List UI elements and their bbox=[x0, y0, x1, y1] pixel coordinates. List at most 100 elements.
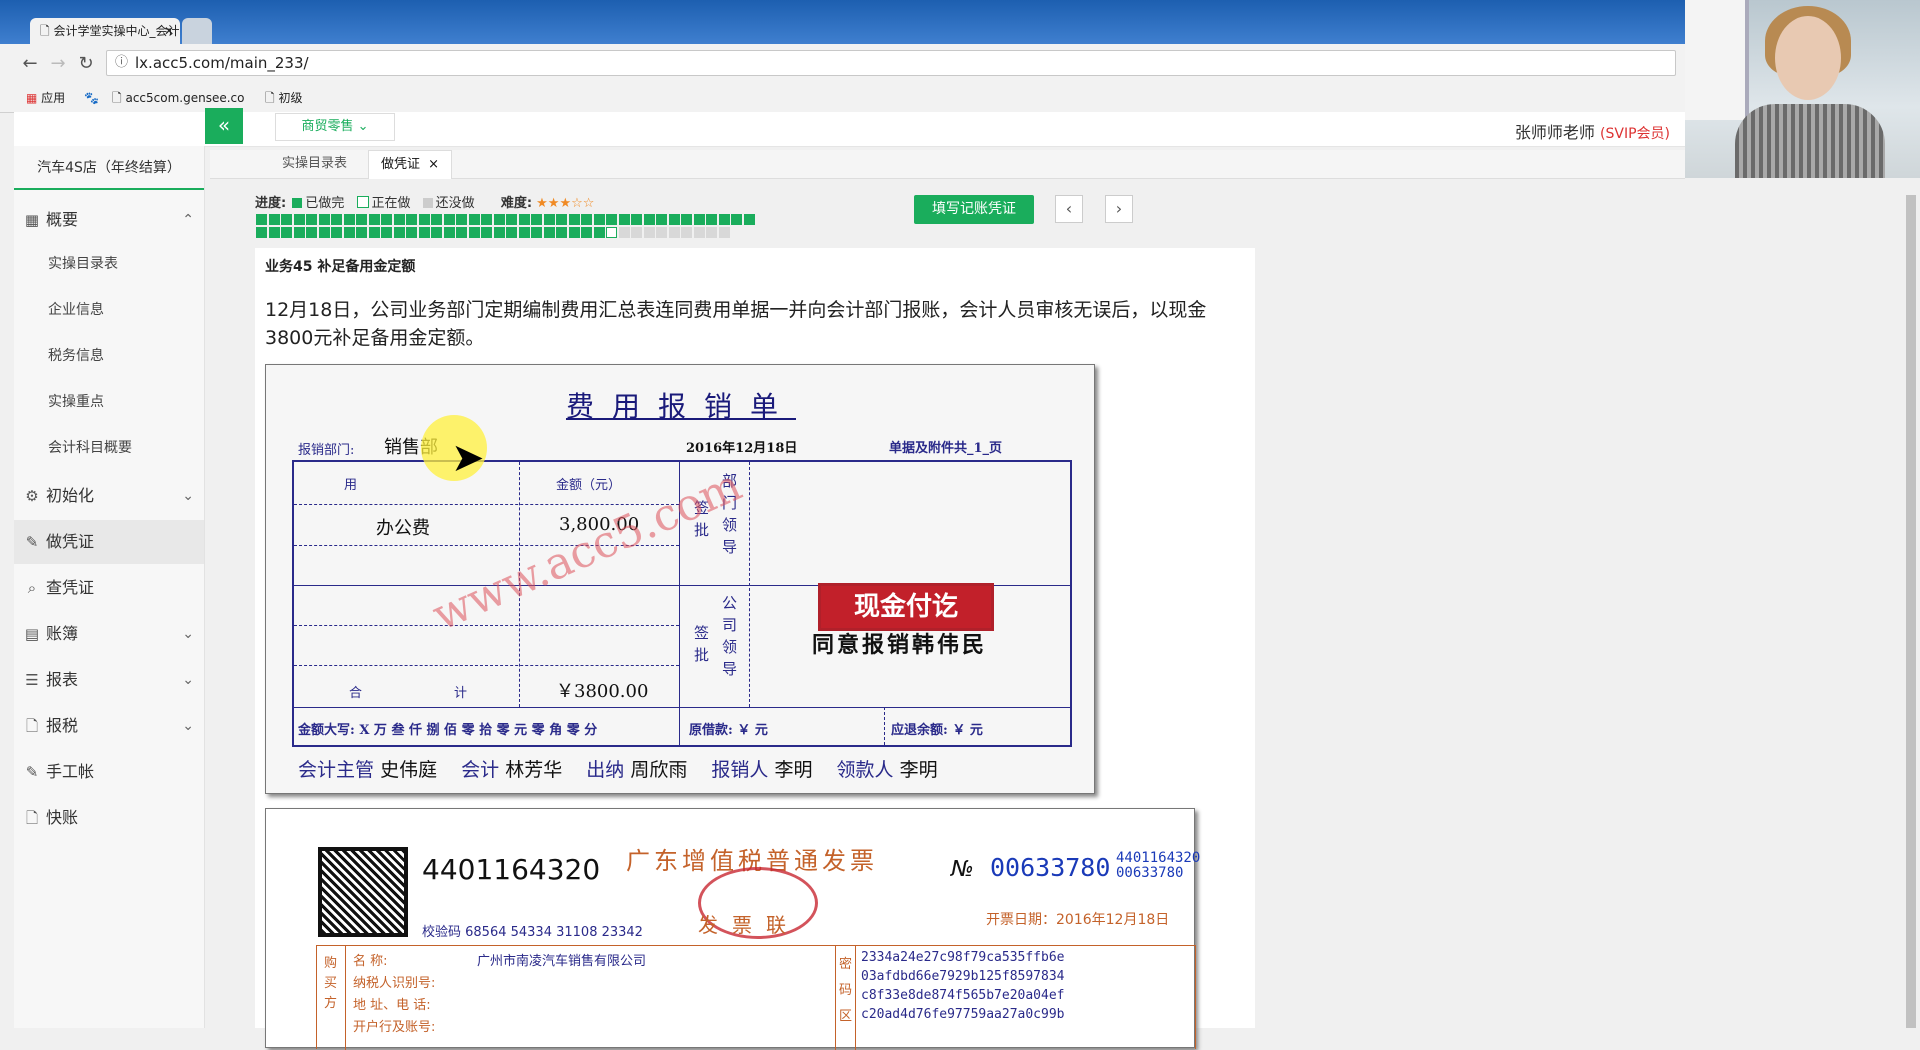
sidebar-item-ledger[interactable]: ▤ 账簿 ⌄ bbox=[14, 612, 204, 656]
progress-cell[interactable] bbox=[706, 214, 717, 225]
bookmark-apps[interactable]: ▦ 应用 bbox=[26, 90, 65, 106]
progress-cell[interactable] bbox=[593, 227, 605, 238]
sidebar-item-init[interactable]: ⚙ 初始化 ⌄ bbox=[14, 474, 204, 518]
progress-cell[interactable] bbox=[418, 227, 430, 238]
progress-cell[interactable] bbox=[431, 214, 442, 225]
sidebar-sub-accounts[interactable]: 会计科目概要 bbox=[14, 426, 204, 470]
progress-cell[interactable] bbox=[518, 227, 530, 238]
new-tab-button[interactable] bbox=[182, 18, 212, 44]
user-info[interactable]: 张师师老师 (SVIP会员) bbox=[1515, 119, 1670, 143]
progress-cell[interactable] bbox=[631, 227, 642, 238]
progress-cell[interactable] bbox=[718, 214, 730, 225]
progress-cell[interactable] bbox=[543, 227, 555, 238]
progress-cell[interactable] bbox=[681, 214, 692, 225]
progress-cell[interactable] bbox=[431, 227, 442, 238]
progress-cell[interactable] bbox=[618, 214, 630, 225]
reload-icon[interactable]: ↻ bbox=[76, 54, 96, 74]
progress-cell[interactable] bbox=[693, 227, 705, 238]
progress-cell[interactable] bbox=[656, 227, 667, 238]
progress-cell[interactable] bbox=[356, 227, 367, 238]
progress-cell[interactable] bbox=[368, 227, 380, 238]
close-icon[interactable]: × bbox=[428, 157, 439, 172]
browser-tab-active[interactable]: 🗋 会计学堂实操中心_会计 ✕ bbox=[30, 18, 180, 44]
progress-cell[interactable] bbox=[256, 227, 267, 238]
progress-cell[interactable] bbox=[281, 214, 292, 225]
progress-cell[interactable] bbox=[643, 214, 655, 225]
fill-voucher-button[interactable]: 填写记账凭证 bbox=[914, 195, 1034, 224]
progress-cell[interactable] bbox=[568, 227, 580, 238]
progress-cell[interactable] bbox=[281, 227, 292, 238]
sidebar-sub-catalog[interactable]: 实操目录表 bbox=[14, 242, 204, 286]
progress-cell[interactable] bbox=[268, 227, 280, 238]
module-select[interactable]: 商贸零售 ⌄ bbox=[275, 113, 395, 141]
progress-cell[interactable] bbox=[456, 214, 467, 225]
sidebar-item-reports[interactable]: ☰ 报表 ⌄ bbox=[14, 658, 204, 702]
progress-cell[interactable] bbox=[318, 214, 330, 225]
sidebar-sub-keypoints[interactable]: 实操重点 bbox=[14, 380, 204, 424]
progress-cell[interactable] bbox=[643, 227, 655, 238]
progress-cell[interactable] bbox=[506, 214, 517, 225]
collapse-sidebar-button[interactable]: « bbox=[205, 108, 243, 144]
sidebar-sub-tax[interactable]: 税务信息 bbox=[14, 334, 204, 378]
progress-cell[interactable] bbox=[731, 214, 742, 225]
progress-cell[interactable] bbox=[306, 227, 317, 238]
progress-cell[interactable] bbox=[493, 214, 505, 225]
progress-cell[interactable] bbox=[631, 214, 642, 225]
progress-cell[interactable] bbox=[606, 227, 617, 238]
progress-cell[interactable] bbox=[456, 227, 467, 238]
progress-cell[interactable] bbox=[356, 214, 367, 225]
progress-cell[interactable] bbox=[493, 227, 505, 238]
sidebar-item-make-voucher[interactable]: ✎ 做凭证 bbox=[14, 520, 204, 564]
progress-cell[interactable] bbox=[668, 214, 680, 225]
back-icon[interactable]: ← bbox=[20, 54, 40, 74]
progress-cell[interactable] bbox=[606, 214, 617, 225]
progress-cell[interactable] bbox=[406, 214, 417, 225]
progress-cell[interactable] bbox=[593, 214, 605, 225]
progress-cell[interactable] bbox=[556, 227, 567, 238]
sidebar-sub-company[interactable]: 企业信息 bbox=[14, 288, 204, 332]
progress-cell[interactable] bbox=[668, 227, 680, 238]
sidebar-item-tax[interactable]: 🗋 报税 ⌄ bbox=[14, 704, 204, 748]
progress-cell[interactable] bbox=[368, 214, 380, 225]
progress-cell[interactable] bbox=[568, 214, 580, 225]
progress-cell[interactable] bbox=[618, 227, 630, 238]
tab-catalog[interactable]: 实操目录表 bbox=[270, 150, 359, 178]
progress-cell[interactable] bbox=[518, 214, 530, 225]
progress-cell[interactable] bbox=[331, 214, 342, 225]
progress-cell[interactable] bbox=[743, 214, 755, 225]
progress-cell[interactable] bbox=[406, 227, 417, 238]
bookmark-gensee[interactable]: 🗋 acc5com.gensee.co bbox=[112, 90, 244, 106]
url-input[interactable]: ⓘ lx.acc5.com/main_233/ bbox=[106, 50, 1676, 76]
progress-cell[interactable] bbox=[443, 214, 455, 225]
progress-cell[interactable] bbox=[256, 214, 267, 225]
progress-cell[interactable] bbox=[693, 214, 705, 225]
progress-cell[interactable] bbox=[393, 214, 405, 225]
progress-cell[interactable] bbox=[418, 214, 430, 225]
progress-cell[interactable] bbox=[381, 227, 392, 238]
progress-cell[interactable] bbox=[293, 227, 305, 238]
progress-cell[interactable] bbox=[556, 214, 567, 225]
progress-cell[interactable] bbox=[468, 214, 480, 225]
sidebar-item-quick[interactable]: 🗋 快账 bbox=[14, 796, 204, 840]
sidebar-item-overview[interactable]: ▦ 概要 ⌃ bbox=[14, 198, 204, 242]
progress-cell[interactable] bbox=[543, 214, 555, 225]
sidebar-item-search-voucher[interactable]: ⌕ 查凭证 bbox=[14, 566, 204, 610]
progress-cell[interactable] bbox=[318, 227, 330, 238]
bookmark-basic[interactable]: 🗋 初级 bbox=[265, 90, 302, 106]
progress-cell[interactable] bbox=[531, 214, 542, 225]
progress-cell[interactable] bbox=[381, 214, 392, 225]
progress-cell[interactable] bbox=[343, 214, 355, 225]
close-icon[interactable]: ✕ bbox=[164, 18, 174, 44]
sidebar-item-manual[interactable]: ✎ 手工帐 bbox=[14, 750, 204, 794]
progress-cell[interactable] bbox=[268, 214, 280, 225]
progress-cell[interactable] bbox=[293, 214, 305, 225]
progress-cell[interactable] bbox=[581, 227, 592, 238]
progress-cell[interactable] bbox=[581, 214, 592, 225]
progress-cell[interactable] bbox=[481, 214, 492, 225]
progress-cell[interactable] bbox=[656, 214, 667, 225]
progress-cell[interactable] bbox=[331, 227, 342, 238]
progress-cell[interactable] bbox=[718, 227, 730, 238]
progress-cell[interactable] bbox=[343, 227, 355, 238]
tab-make-voucher[interactable]: 做凭证 × bbox=[368, 150, 453, 179]
progress-cell[interactable] bbox=[393, 227, 405, 238]
